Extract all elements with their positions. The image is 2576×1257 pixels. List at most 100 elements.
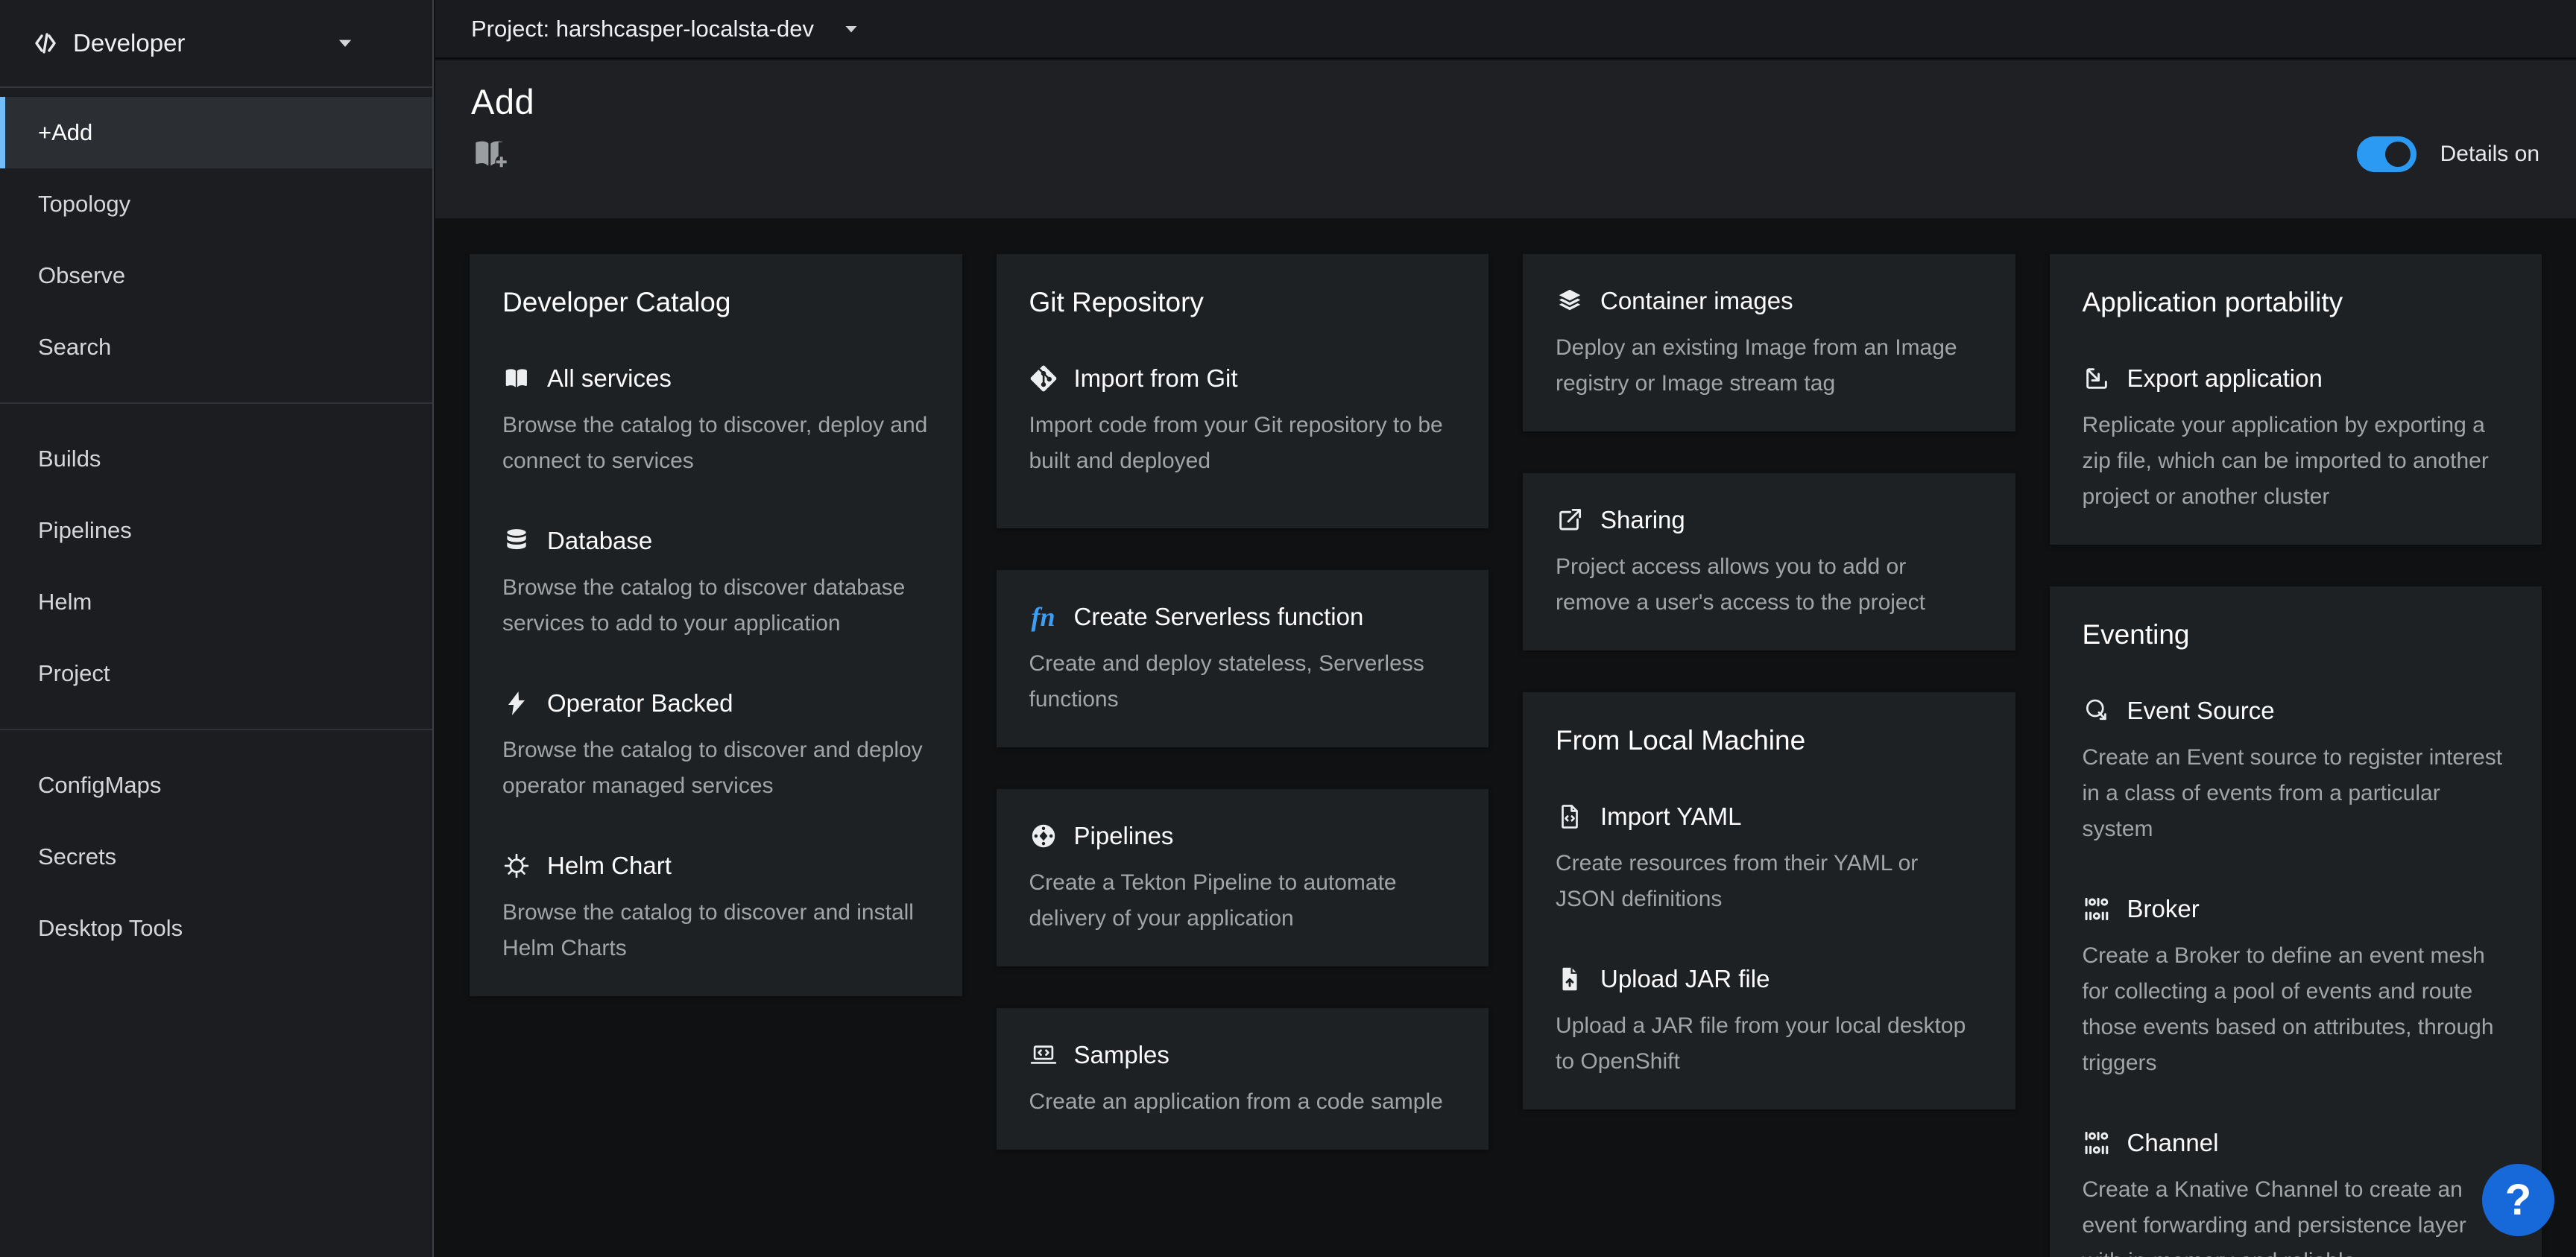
create-serverless-function-link[interactable]: fn Create Serverless function	[1029, 603, 1456, 631]
database-link[interactable]: Database	[502, 527, 929, 555]
item-description: Create a Tekton Pipeline to automate del…	[1029, 865, 1456, 937]
details-toggle-label: Details on	[2440, 142, 2539, 167]
item-description: Browse the catalog to discover and insta…	[502, 895, 929, 966]
item-label: Pipelines	[1074, 822, 1174, 850]
add-item-database: Database Browse the catalog to discover …	[502, 527, 929, 642]
item-label: Container images	[1600, 287, 1793, 315]
help-button[interactable]: ?	[2482, 1164, 2554, 1236]
quick-start-book-plus-icon[interactable]	[471, 136, 508, 173]
card-git-repository: Git Repository Import from Git Import co…	[997, 254, 1489, 528]
sidebar-item-secrets[interactable]: Secrets	[0, 821, 432, 893]
event-source-link[interactable]: Event Source	[2083, 697, 2510, 725]
add-item-export-application: Export application Replicate your applic…	[2083, 364, 2510, 515]
sharing-link[interactable]: Sharing	[1556, 506, 1983, 534]
event-source-icon	[2083, 697, 2111, 725]
add-item-sharing: Sharing Project access allows you to add…	[1556, 506, 1983, 621]
item-label: All services	[547, 364, 672, 393]
sidebar-item-add[interactable]: +Add	[0, 97, 432, 168]
item-label: Operator Backed	[547, 689, 733, 718]
add-item-upload-jar-file: Upload JAR file Upload a JAR file from y…	[1556, 965, 1983, 1080]
card-eventing: Eventing Event Source Create an Event so…	[2050, 586, 2542, 1257]
add-item-import-yaml: Import YAML Create resources from their …	[1556, 802, 1983, 917]
broker-link[interactable]: Broker	[2083, 895, 2510, 923]
card-samples[interactable]: Samples Create an application from a cod…	[997, 1008, 1489, 1150]
add-item-create-serverless-function: fn Create Serverless function Create and…	[1029, 603, 1456, 718]
code-icon	[33, 31, 58, 56]
card-serverless-function[interactable]: fn Create Serverless function Create and…	[997, 570, 1489, 747]
card-sharing[interactable]: Sharing Project access allows you to add…	[1523, 473, 2015, 650]
channel-link[interactable]: Channel	[2083, 1129, 2510, 1157]
export-application-link[interactable]: Export application	[2083, 364, 2510, 393]
item-label: Sharing	[1600, 506, 1685, 534]
sidebar-item-builds[interactable]: Builds	[0, 423, 432, 495]
git-icon	[1029, 364, 1058, 393]
add-item-helm-chart: Helm Chart Browse the catalog to discove…	[502, 852, 929, 966]
sidebar-item-topology[interactable]: Topology	[0, 168, 432, 240]
item-label: Create Serverless function	[1074, 603, 1364, 631]
sidebar-item-observe[interactable]: Observe	[0, 240, 432, 311]
column-3: Container images Deploy an existing Imag…	[1523, 254, 2015, 1109]
card-developer-catalog: Developer Catalog All services Browse th…	[470, 254, 962, 996]
sidebar-item-helm[interactable]: Helm	[0, 566, 432, 638]
helm-wheel-icon	[502, 852, 531, 880]
book-open-icon	[502, 364, 531, 393]
project-selector[interactable]: Project: harshcasper-localsta-dev	[471, 16, 860, 42]
card-title: Application portability	[2083, 287, 2510, 318]
item-description: Browse the catalog to discover and deplo…	[502, 732, 929, 804]
add-item-event-source: Event Source Create an Event source to r…	[2083, 697, 2510, 847]
card-from-local-machine: From Local Machine Import YAML Create re…	[1523, 692, 2015, 1109]
page-header: Add Details on	[435, 60, 2576, 218]
card-application-portability: Application portability Export applicati…	[2050, 254, 2542, 545]
sidebar-item-search[interactable]: Search	[0, 311, 432, 383]
helm-chart-link[interactable]: Helm Chart	[502, 852, 929, 880]
sidebar-item-configmaps[interactable]: ConfigMaps	[0, 750, 432, 821]
nav-divider	[0, 402, 432, 404]
add-item-operator-backed: Operator Backed Browse the catalog to di…	[502, 689, 929, 804]
item-description: Replicate your application by exporting …	[2083, 408, 2510, 515]
item-label: Import YAML	[1600, 802, 1742, 831]
item-description: Project access allows you to add or remo…	[1556, 549, 1983, 621]
item-description: Browse the catalog to discover, deploy a…	[502, 408, 929, 479]
all-services-link[interactable]: All services	[502, 364, 929, 393]
operator-backed-link[interactable]: Operator Backed	[502, 689, 929, 718]
sidebar-item-pipelines[interactable]: Pipelines	[0, 495, 432, 566]
card-container-images[interactable]: Container images Deploy an existing Imag…	[1523, 254, 2015, 431]
nav-divider	[0, 729, 432, 730]
sidebar-item-project[interactable]: Project	[0, 638, 432, 709]
container-images-link[interactable]: Container images	[1556, 287, 1983, 315]
add-item-container-images: Container images Deploy an existing Imag…	[1556, 287, 1983, 402]
layered-images-icon	[1556, 287, 1584, 315]
samples-link[interactable]: Samples	[1029, 1041, 1456, 1069]
export-application-icon	[2083, 364, 2111, 393]
column-1: Developer Catalog All services Browse th…	[470, 254, 962, 996]
perspective-switcher[interactable]: Developer	[0, 0, 432, 88]
item-description: Create a Broker to define an event mesh …	[2083, 938, 2510, 1081]
item-description: Import code from your Git repository to …	[1029, 408, 1456, 479]
binary-broker-icon	[2083, 895, 2111, 923]
item-label: Samples	[1074, 1041, 1169, 1069]
item-description: Create resources from their YAML or JSON…	[1556, 846, 1983, 917]
import-from-git-link[interactable]: Import from Git	[1029, 364, 1456, 393]
upload-jar-file-link[interactable]: Upload JAR file	[1556, 965, 1983, 993]
help-button-label: ?	[2505, 1175, 2531, 1225]
item-label: Event Source	[2127, 697, 2275, 725]
item-description: Create an application from a code sample	[1029, 1084, 1456, 1120]
add-item-channel: Channel Create a Knative Channel to crea…	[2083, 1129, 2510, 1257]
perspective-label: Developer	[73, 29, 185, 57]
share-square-icon	[1556, 506, 1584, 534]
sidebar-item-desktop-tools[interactable]: Desktop Tools	[0, 893, 432, 964]
item-label: Import from Git	[1074, 364, 1238, 393]
card-pipelines[interactable]: Pipelines Create a Tekton Pipeline to au…	[997, 789, 1489, 966]
add-item-broker: Broker Create a Broker to define an even…	[2083, 895, 2510, 1081]
column-2: Git Repository Import from Git Import co…	[997, 254, 1489, 1150]
import-yaml-link[interactable]: Import YAML	[1556, 802, 1983, 831]
item-label: Export application	[2127, 364, 2323, 393]
pipelines-link[interactable]: Pipelines	[1029, 822, 1456, 850]
item-label: Broker	[2127, 895, 2200, 923]
sidebar-nav: +Add Topology Observe Search Builds Pipe…	[0, 88, 432, 964]
item-description: Upload a JAR file from your local deskto…	[1556, 1008, 1983, 1080]
laptop-code-icon	[1029, 1041, 1058, 1069]
item-description: Create and deploy stateless, Serverless …	[1029, 646, 1456, 718]
database-icon	[502, 527, 531, 555]
details-toggle[interactable]	[2357, 136, 2416, 172]
